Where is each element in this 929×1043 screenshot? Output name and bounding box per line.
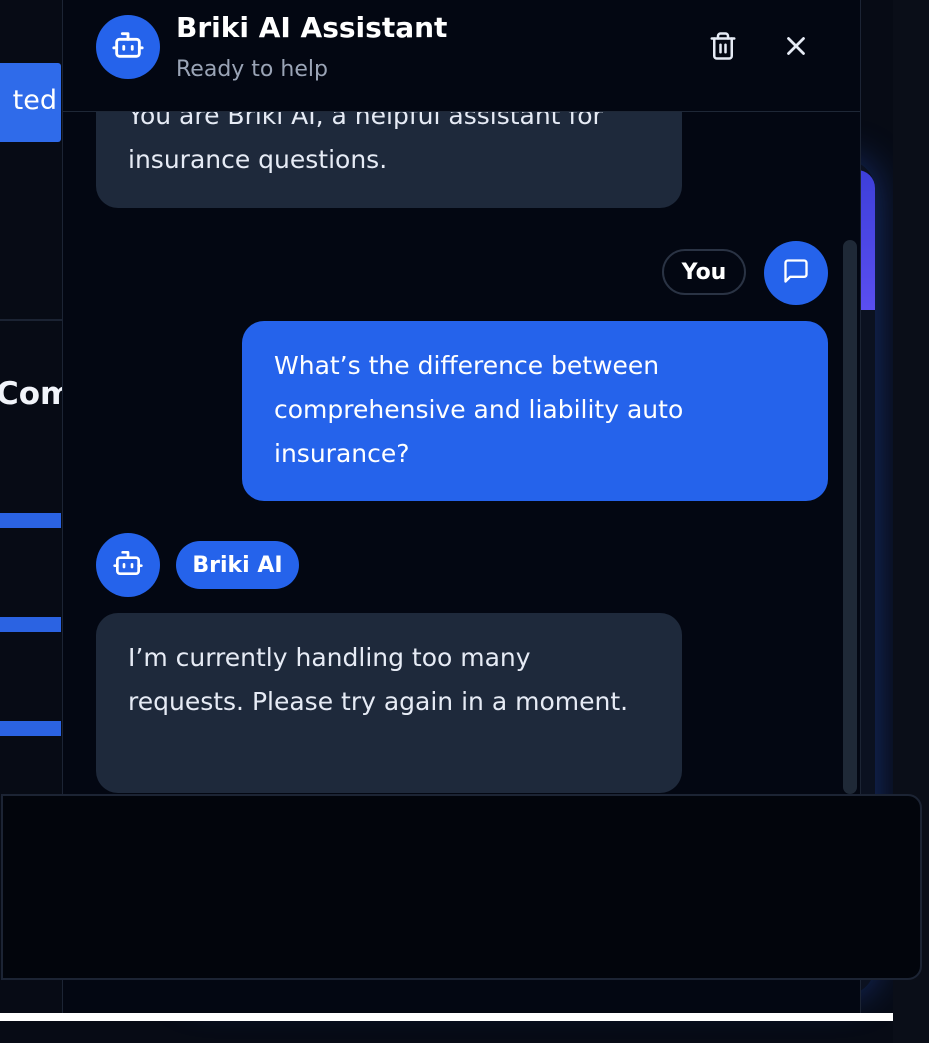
background-footer-strip (0, 1013, 893, 1021)
background-progress-bar (0, 721, 61, 736)
robot-icon (111, 28, 145, 66)
bot-label: Briki AI (176, 541, 299, 589)
chat-status: Ready to help (176, 57, 328, 82)
clear-chat-button[interactable] (705, 30, 741, 66)
system-message: You are Briki AI, a helpful assistant fo… (96, 111, 682, 208)
message-scrollbar[interactable] (843, 240, 857, 794)
user-label: You (662, 249, 746, 295)
message-input-area[interactable] (1, 794, 924, 980)
bot-message: I’m currently handling too many requests… (96, 613, 682, 793)
background-progress-bar (0, 513, 61, 528)
background-heading: Com (0, 376, 62, 412)
close-chat-button[interactable] (778, 30, 814, 66)
trash-icon (708, 31, 738, 65)
chat-header: Briki AI Assistant Ready to help (63, 0, 860, 112)
close-icon (781, 31, 811, 65)
background-primary-button[interactable]: ted (0, 63, 61, 142)
bot-message-text: I’m currently handling too many requests… (128, 643, 629, 716)
user-message-text: What’s the difference between comprehens… (274, 351, 684, 468)
background-progress-bar (0, 617, 61, 632)
message-input[interactable] (3, 796, 924, 980)
chat-panel: Briki AI Assistant Ready to help You are… (1, 0, 924, 1013)
bot-avatar (96, 533, 160, 597)
message-list[interactable]: You are Briki AI, a helpful assistant fo… (63, 111, 860, 794)
chat-bubble-icon (782, 257, 810, 289)
user-message: What’s the difference between comprehens… (242, 321, 828, 501)
background-button-label: ted (12, 85, 57, 116)
background-divider (0, 319, 62, 321)
assistant-avatar (96, 15, 160, 79)
robot-icon (112, 547, 144, 583)
system-message-text: You are Briki AI, a helpful assistant fo… (128, 111, 603, 174)
chat-title: Briki AI Assistant (176, 11, 448, 44)
user-avatar (764, 241, 828, 305)
